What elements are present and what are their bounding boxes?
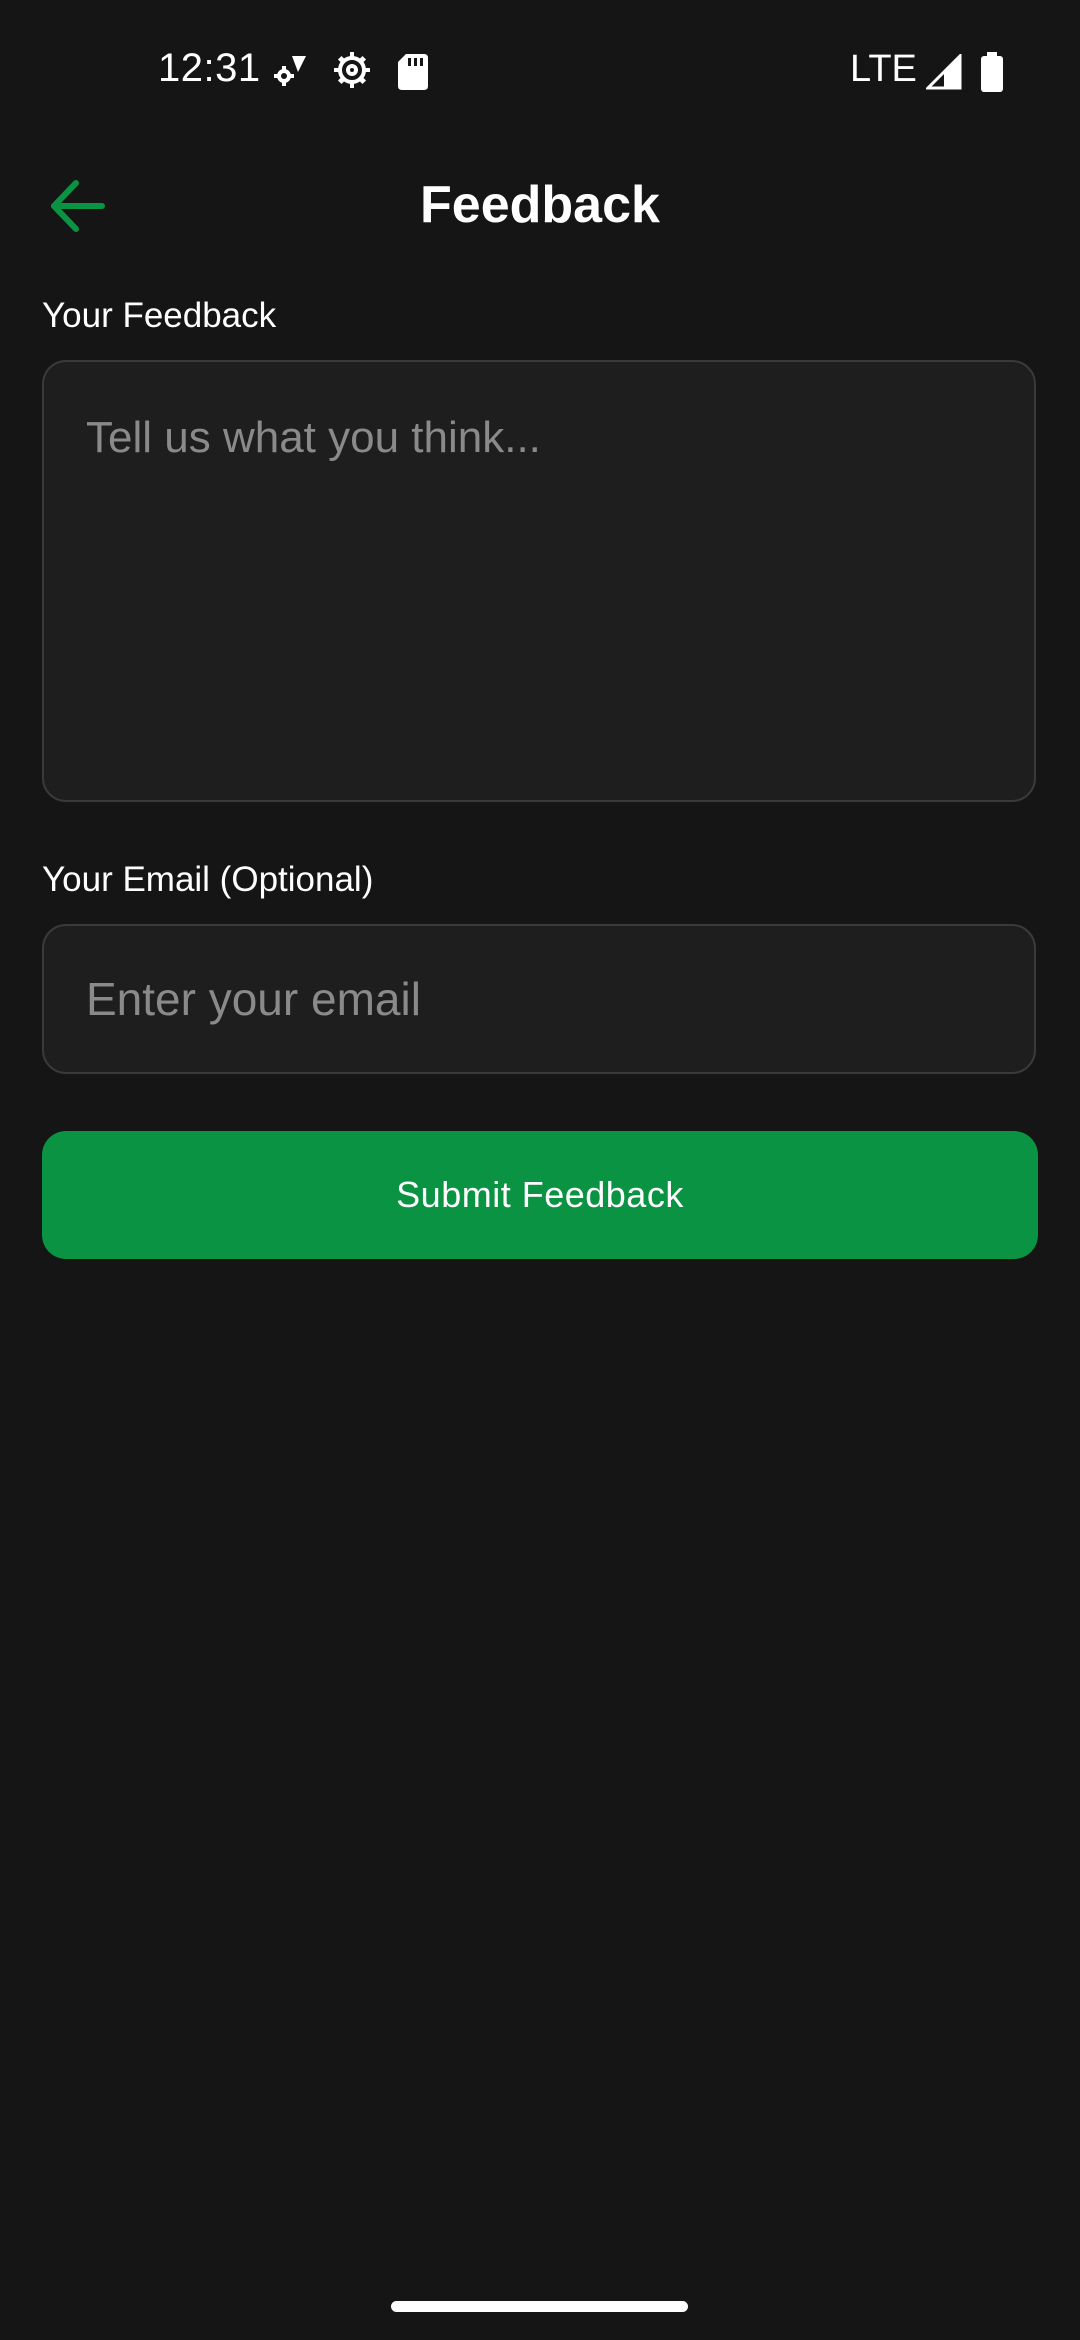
network-type: LTE bbox=[850, 48, 917, 90]
feedback-screen: 12:31 LTE Feedback Your Feedback Tell us… bbox=[0, 0, 1080, 2340]
email-input[interactable] bbox=[44, 926, 1034, 1072]
status-bar: 12:31 LTE bbox=[0, 0, 1080, 140]
settings-sync-icon bbox=[274, 56, 306, 86]
home-indicator[interactable] bbox=[391, 2301, 688, 2312]
feedback-field bbox=[42, 360, 1036, 802]
submit-feedback-button[interactable]: Submit Feedback bbox=[42, 1131, 1038, 1259]
battery-icon bbox=[981, 52, 1003, 92]
gear-icon bbox=[334, 52, 370, 88]
sd-card-icon bbox=[398, 54, 428, 90]
feedback-label: Your Feedback bbox=[42, 296, 277, 335]
signal-icon bbox=[926, 54, 962, 90]
status-time: 12:31 bbox=[158, 46, 261, 90]
feedback-input[interactable] bbox=[44, 362, 1034, 800]
email-label: Your Email (Optional) bbox=[42, 860, 374, 899]
page-title: Feedback bbox=[420, 176, 660, 234]
email-field bbox=[42, 924, 1036, 1074]
